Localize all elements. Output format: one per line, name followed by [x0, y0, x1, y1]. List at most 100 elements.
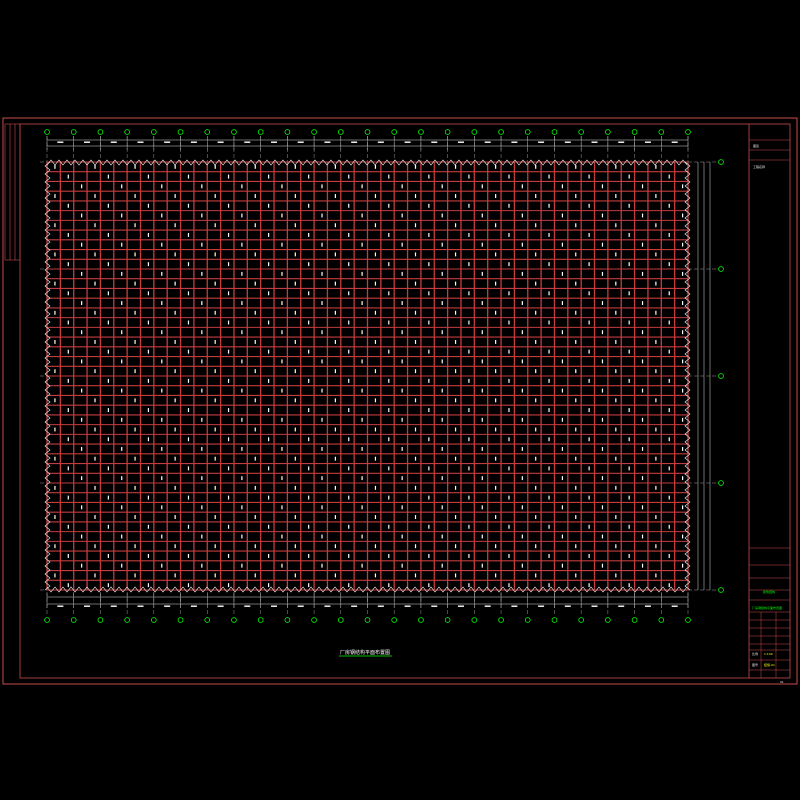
- bracing-mark: [414, 515, 417, 519]
- bracing-mark: [374, 252, 377, 257]
- bracing-mark: [601, 242, 604, 247]
- bracing-mark: [668, 524, 670, 529]
- bracing-mark: [575, 281, 577, 286]
- bracing-mark: [201, 505, 203, 510]
- bracing-mark: [414, 340, 417, 344]
- bracing-mark: [601, 271, 604, 276]
- bracing-mark: [187, 349, 190, 354]
- bracing-mark: [134, 398, 136, 403]
- bracing-mark: [254, 194, 256, 198]
- bracing-mark: [174, 427, 176, 432]
- bracing-mark: [134, 573, 136, 578]
- bracing-mark: [174, 281, 176, 286]
- bracing-mark: [681, 534, 684, 539]
- bracing-mark: [374, 515, 377, 519]
- column-axis-bubble-bottom: [418, 617, 424, 623]
- bracing-mark: [201, 330, 203, 335]
- bracing-mark: [268, 583, 270, 588]
- column-axis-bubble-top: [498, 129, 504, 135]
- bracing-mark: [214, 456, 216, 461]
- bracing-mark: [481, 476, 483, 481]
- bracing-mark: [575, 340, 577, 344]
- bracing-mark: [308, 203, 310, 208]
- column-axis-bubble-bottom: [364, 617, 371, 623]
- bracing-mark: [655, 252, 657, 257]
- bracing-mark: [161, 476, 163, 481]
- bracing-mark: [147, 408, 150, 412]
- bracing-mark: [54, 573, 56, 578]
- dimension-label-bottom: [484, 605, 491, 607]
- bracing-mark: [281, 271, 283, 276]
- bracing-mark: [134, 252, 136, 257]
- bracing-mark: [374, 369, 377, 374]
- bracing-mark: [174, 310, 176, 315]
- bracing-mark: [481, 388, 483, 393]
- bracing-mark: [641, 447, 644, 451]
- column-axis-bubble-top: [44, 129, 50, 135]
- bracing-mark: [294, 252, 296, 257]
- bracing-mark: [681, 271, 684, 276]
- bracing-mark: [401, 242, 403, 247]
- bracing-mark: [615, 194, 617, 198]
- bracing-mark: [588, 583, 590, 588]
- bracing-mark: [575, 194, 577, 198]
- bracing-mark: [655, 223, 657, 228]
- dimension-label-top: [618, 141, 625, 143]
- bracing-mark: [241, 184, 243, 189]
- bracing-mark: [508, 466, 510, 471]
- bracing-mark: [374, 456, 377, 461]
- bracing-mark: [628, 174, 630, 179]
- bracing-mark: [414, 164, 417, 169]
- bracing-mark: [495, 164, 497, 169]
- column-axis-bubble-top: [631, 129, 638, 135]
- bracing-mark: [361, 447, 363, 451]
- column-axis-bubble-bottom: [257, 617, 264, 623]
- bracing-mark: [615, 398, 617, 403]
- bracing-mark: [81, 563, 83, 568]
- bracing-mark: [454, 573, 457, 578]
- bracing-mark: [428, 291, 430, 296]
- bracing-mark: [254, 223, 256, 228]
- bracing-mark: [161, 213, 163, 218]
- bracing-mark: [521, 301, 523, 305]
- bracing-mark: [321, 359, 323, 364]
- bracing-mark: [655, 281, 657, 286]
- bracing-mark: [548, 437, 550, 442]
- bracing-mark: [454, 310, 457, 315]
- bracing-mark: [641, 184, 644, 189]
- bracing-mark: [401, 301, 403, 305]
- bracing-mark: [615, 515, 617, 519]
- column-axis-bubble-top: [391, 129, 398, 135]
- bracing-mark: [468, 378, 470, 383]
- dimension-label-bottom: [244, 605, 251, 607]
- bracing-mark: [147, 466, 150, 471]
- bracing-mark: [241, 563, 243, 568]
- bracing-mark: [227, 524, 230, 529]
- bracing-mark: [147, 583, 150, 588]
- bracing-mark: [561, 534, 564, 539]
- bracing-mark: [561, 417, 564, 422]
- bracing-mark: [495, 340, 497, 344]
- bracing-mark: [468, 554, 470, 558]
- bracing-mark: [161, 447, 163, 451]
- bracing-mark: [107, 466, 109, 471]
- bracing-mark: [107, 408, 109, 412]
- bracing-mark: [428, 466, 430, 471]
- bracing-mark: [668, 408, 670, 412]
- bracing-mark: [535, 398, 537, 403]
- bracing-mark: [388, 320, 390, 325]
- bracing-mark: [281, 563, 283, 568]
- bracing-mark: [321, 388, 323, 393]
- dimension-label-bottom: [671, 605, 678, 607]
- bracing-mark: [107, 554, 109, 558]
- bracing-mark: [348, 349, 350, 354]
- bracing-mark: [668, 203, 670, 208]
- bracing-mark: [334, 369, 336, 374]
- bracing-mark: [441, 242, 443, 247]
- bracing-mark: [361, 213, 363, 218]
- column-axis-bubble-top: [151, 129, 157, 135]
- bracing-mark: [121, 213, 123, 218]
- bracing-mark: [521, 271, 523, 276]
- bracing-mark: [481, 271, 483, 276]
- column-axis-bubble-bottom: [124, 617, 130, 623]
